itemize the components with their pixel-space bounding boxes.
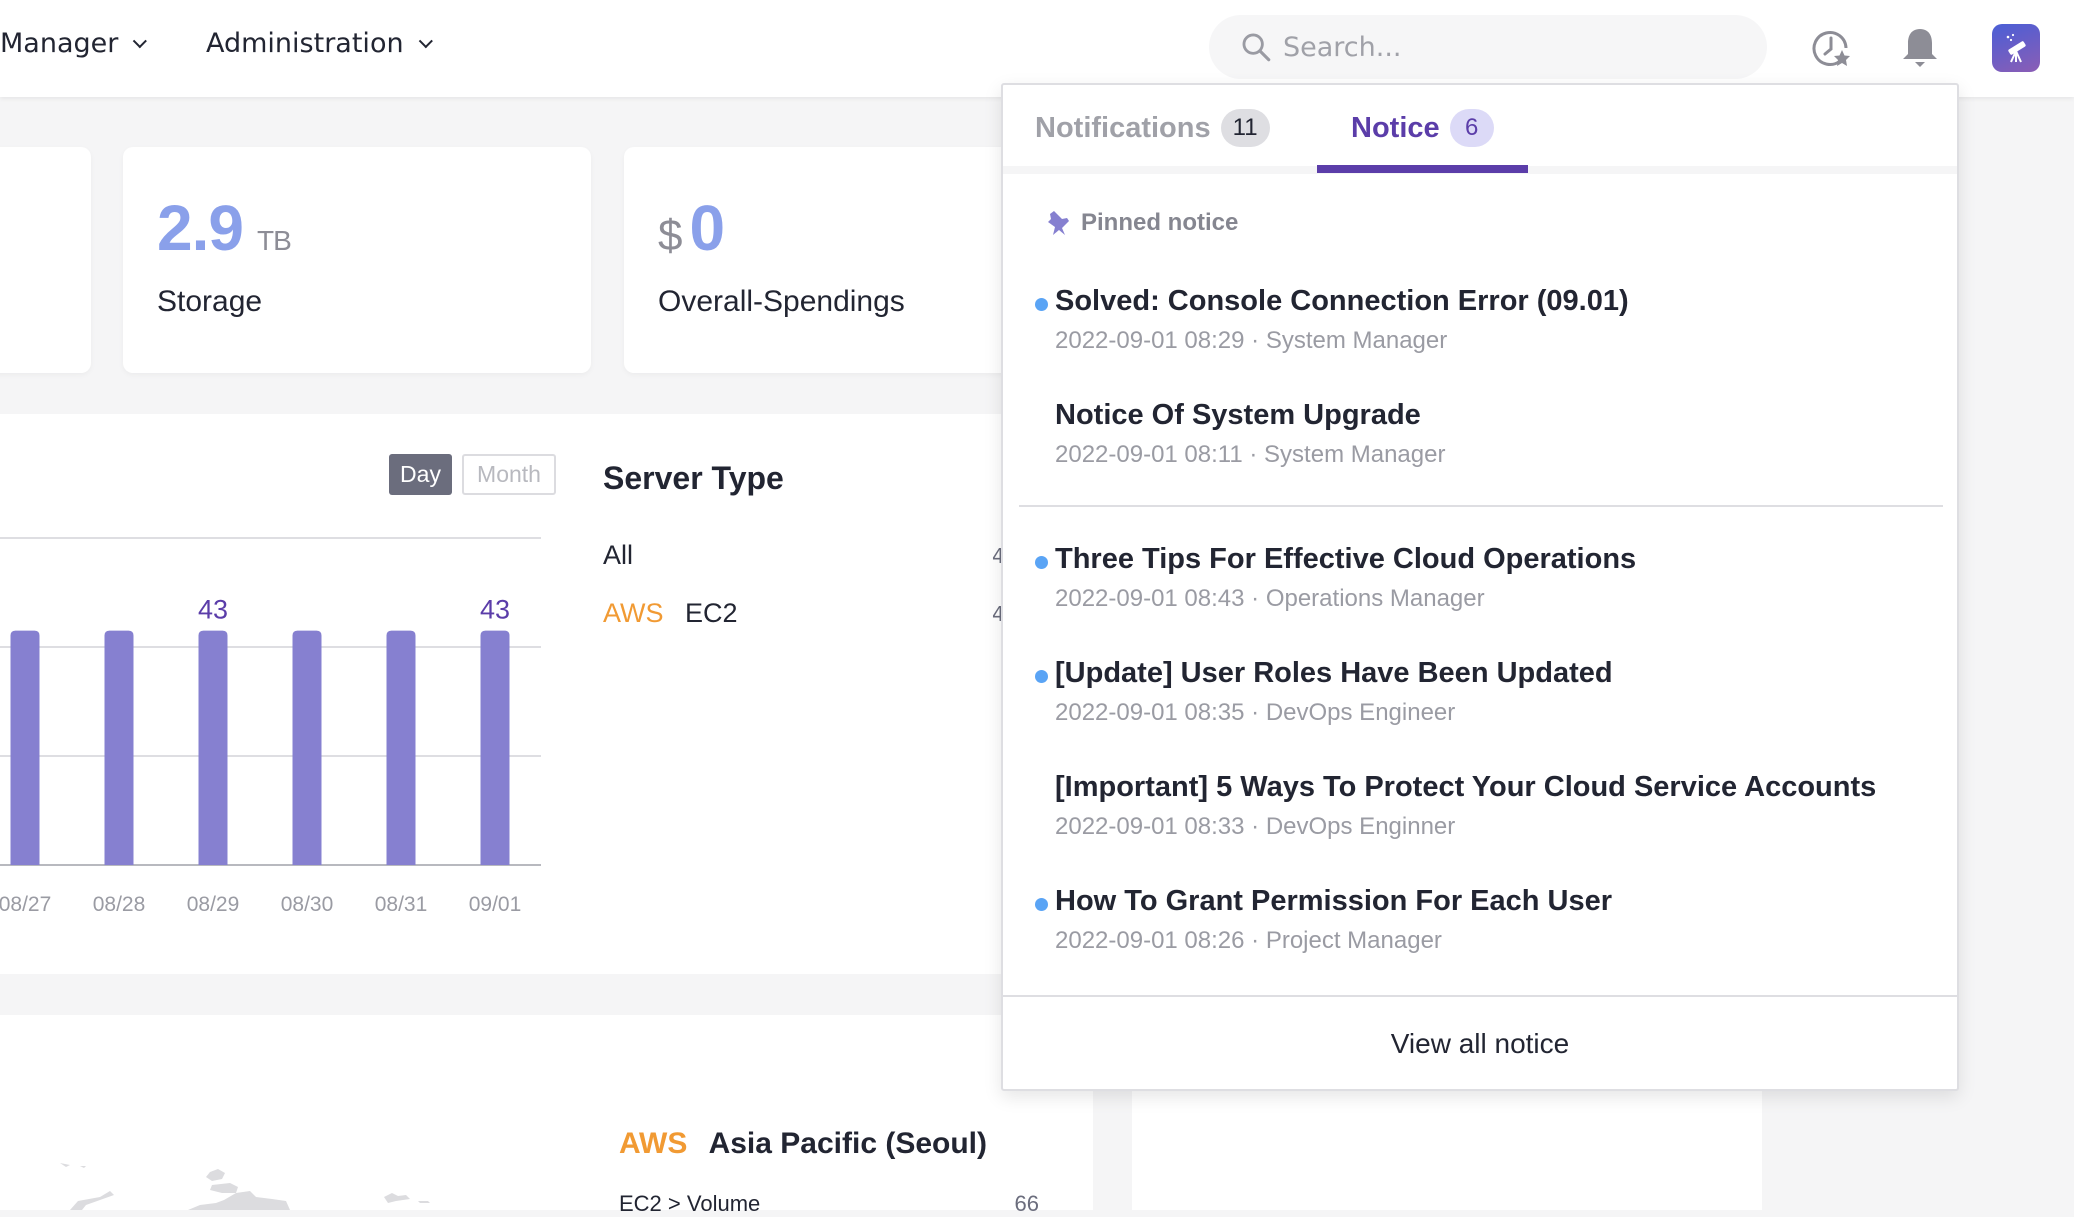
pinned-notice-heading: Pinned notice	[1045, 209, 1238, 237]
summary-card-partial	[0, 147, 91, 373]
bar-08/30[interactable]	[292, 630, 322, 865]
unread-dot	[1035, 670, 1048, 683]
nav-administration[interactable]: Administration	[206, 28, 433, 59]
notice-title: How To Grant Permission For Each User	[1055, 885, 1613, 917]
notice-meta: 2022-09-01 08:26 · Project Manager	[1055, 927, 1442, 954]
notice-meta: 2022-09-01 08:43 · Operations Manager	[1055, 585, 1485, 612]
nav-manager[interactable]: Manager	[0, 28, 148, 59]
storage-value-group: 2.9 TB	[157, 191, 292, 265]
notice-title: Three Tips For Effective Cloud Operation…	[1055, 543, 1637, 575]
view-all-notice-button[interactable]: View all notice	[1003, 997, 1957, 1091]
x-tick-label: 08/28	[93, 893, 146, 916]
x-tick-label: 08/27	[0, 893, 51, 916]
notice-meta: 2022-09-01 08:35 · DevOps Engineer	[1055, 699, 1456, 726]
bar-09/01[interactable]	[480, 630, 510, 865]
tab-notifications[interactable]: Notifications 11	[1035, 107, 1270, 149]
nav-administration-label: Administration	[206, 28, 404, 59]
x-tick-label: 08/29	[187, 893, 240, 916]
bar-08/29[interactable]	[198, 630, 228, 865]
server-type-name: All	[603, 540, 634, 570]
notice-title: Notice Of System Upgrade	[1055, 399, 1421, 431]
server-type-name: EC2	[685, 598, 738, 628]
notice-meta: 2022-09-01 08:29 · System Manager	[1055, 327, 1448, 354]
tab-notice[interactable]: Notice 6	[1351, 107, 1494, 149]
chart-panel: 08/27 08/28 08/29 43 08/30 08/31 09/01 43 Day M…	[0, 414, 1010, 974]
world-map	[60, 1163, 430, 1210]
region-name: Asia Pacific (Seoul)	[708, 1127, 988, 1160]
search-box[interactable]	[1209, 15, 1767, 79]
divider	[1019, 505, 1943, 507]
search-input[interactable]	[1283, 31, 1743, 63]
bell-icon[interactable]	[1896, 24, 1944, 72]
notice-meta: 2022-09-01 08:33 · DevOps Enginner	[1055, 813, 1456, 840]
server-type-row-ec2[interactable]: AWS EC2	[603, 598, 738, 629]
tab-label: Notice	[1351, 111, 1440, 144]
count-badge: 6	[1449, 109, 1494, 147]
spendings-value-group: $ 0	[658, 191, 725, 265]
active-tab-indicator	[1317, 165, 1528, 173]
currency-symbol: $	[658, 211, 683, 260]
nav-manager-label: Manager	[0, 28, 119, 59]
provider-label: AWS	[619, 1127, 688, 1160]
region-title: AWS Asia Pacific (Seoul)	[619, 1127, 987, 1161]
provider-label: AWS	[603, 598, 664, 628]
toggle-month-button[interactable]: Month	[462, 454, 556, 495]
unread-dot	[1035, 298, 1048, 311]
server-type-row-all[interactable]: All	[603, 540, 633, 571]
notice-title: [Important] 5 Ways To Protect Your Cloud…	[1055, 771, 1877, 803]
x-tick-label: 09/01	[469, 893, 522, 916]
resource-count: 66	[1014, 1191, 1039, 1216]
bar-08/28[interactable]	[104, 630, 134, 865]
history-star-icon[interactable]	[1808, 24, 1856, 72]
x-tick-label: 08/31	[375, 893, 428, 916]
bar-chart: 08/27 08/28 08/29 43 08/30 08/31 09/01 43	[0, 537, 541, 916]
bar-data-label: 43	[198, 595, 228, 625]
chevron-down-icon	[133, 33, 148, 48]
summary-card-storage: 2.9 TB Storage	[123, 147, 591, 373]
x-tick-label: 08/30	[281, 893, 334, 916]
bar-08/31[interactable]	[386, 630, 416, 865]
search-icon	[1242, 33, 1271, 62]
resource-label: EC2 > Volume	[619, 1191, 761, 1216]
notice-title: Solved: Console Connection Error (09.01)	[1055, 285, 1629, 317]
unread-dot	[1035, 898, 1048, 911]
notice-title: [Update] User Roles Have Been Updated	[1055, 657, 1613, 689]
notification-dropdown: Notifications 11 Notice 6 Pinned notice …	[1001, 83, 1959, 1091]
telescope-avatar-icon[interactable]	[1992, 24, 2040, 72]
pin-icon	[1048, 211, 1069, 235]
unread-dot	[1035, 556, 1048, 569]
storage-unit: TB	[256, 225, 292, 256]
notice-meta: 2022-09-01 08:11 · System Manager	[1055, 441, 1446, 468]
storage-label: Storage	[157, 285, 263, 318]
bar-08/27[interactable]	[10, 630, 40, 865]
pinned-notice-label: Pinned notice	[1081, 209, 1239, 236]
count-badge: 11	[1220, 109, 1270, 147]
chevron-down-icon	[418, 33, 433, 48]
server-type-title: Server Type	[603, 460, 784, 496]
region-resource-row[interactable]: EC2 > Volume 66	[619, 1191, 1039, 1217]
spendings-label: Overall-Spendings	[658, 285, 905, 318]
storage-value: 2.9	[157, 192, 244, 264]
spendings-value: 0	[689, 192, 725, 264]
dropdown-tabs: Notifications 11 Notice 6	[1003, 85, 1957, 174]
tab-label: Notifications	[1035, 111, 1211, 144]
bar-data-label: 43	[480, 595, 510, 625]
region-panel: AWS Asia Pacific (Seoul) EC2 > Volume 66	[0, 1015, 1093, 1216]
toggle-day-button[interactable]: Day	[389, 454, 452, 495]
